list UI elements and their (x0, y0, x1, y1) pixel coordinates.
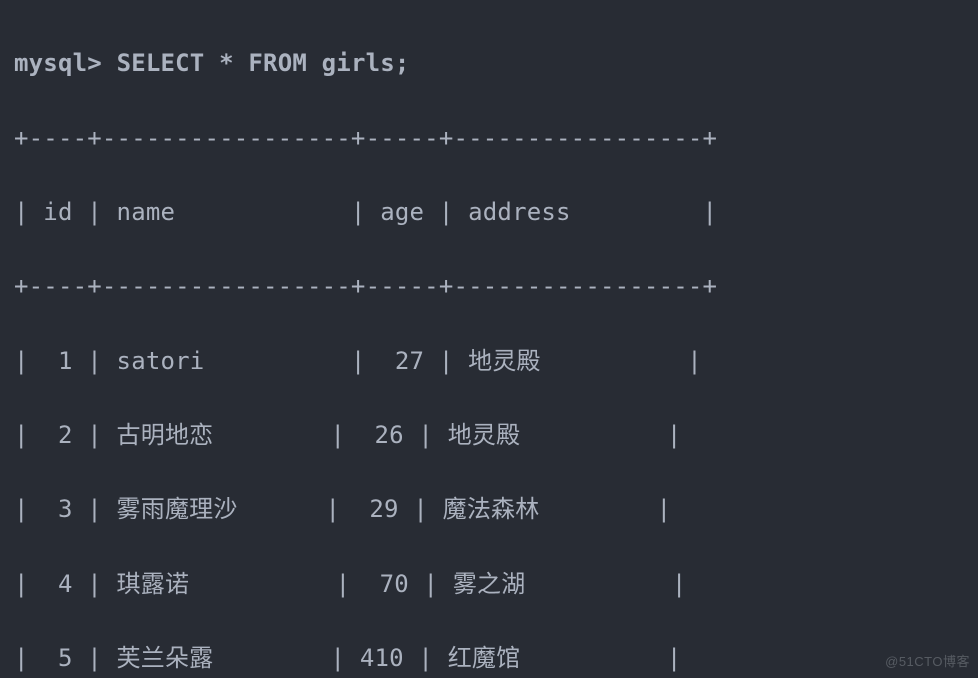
table-row: | 5 | 芙兰朵露 | 410 | 红魔馆 | (14, 640, 968, 677)
table-header: | id | name | age | address | (14, 194, 968, 231)
table-row: | 2 | 古明地恋 | 26 | 地灵殿 | (14, 417, 968, 454)
watermark: @51CTO博客 (885, 652, 970, 672)
table-row: | 1 | satori | 27 | 地灵殿 | (14, 343, 968, 380)
table-border-mid: +----+-----------------+-----+----------… (14, 268, 968, 305)
table-row: | 4 | 琪露诺 | 70 | 雾之湖 | (14, 566, 968, 603)
terminal-output: mysql> SELECT * FROM girls; +----+------… (0, 0, 978, 678)
table-border-top: +----+-----------------+-----+----------… (14, 120, 968, 157)
sql-query: SELECT * FROM girls; (117, 49, 410, 77)
mysql-prompt: mysql> (14, 49, 102, 77)
query-line: mysql> SELECT * FROM girls; (14, 45, 968, 82)
table-row: | 3 | 雾雨魔理沙 | 29 | 魔法森林 | (14, 491, 968, 528)
